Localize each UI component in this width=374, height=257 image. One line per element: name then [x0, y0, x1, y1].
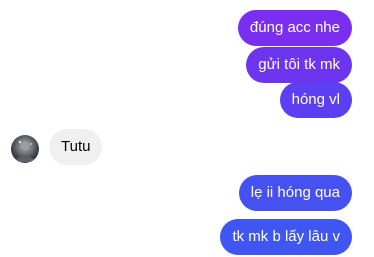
message-bubble-outgoing[interactable]: lẹ ii hóng qua [238, 175, 352, 211]
message-bubble-incoming[interactable]: Tutu [49, 129, 103, 165]
message-text: Tutu [61, 138, 91, 155]
message-text: lẹ ii hóng qua [250, 184, 340, 201]
message-text: tk mk b lấy lâu v [232, 228, 340, 245]
message-bubble-outgoing[interactable]: gửi tôi tk mk [246, 47, 352, 83]
contact-avatar[interactable] [11, 135, 39, 163]
chat-thread: đúng acc nhe gửi tôi tk mk hóng vl Tutu … [0, 0, 374, 257]
message-bubble-outgoing[interactable]: đúng acc nhe [237, 10, 352, 46]
user-avatar-icon [15, 140, 35, 162]
message-text: đúng acc nhe [249, 19, 340, 36]
message-text: gửi tôi tk mk [258, 56, 340, 73]
message-bubble-outgoing[interactable]: tk mk b lấy lâu v [220, 219, 352, 255]
message-bubble-outgoing[interactable]: hóng vl [279, 82, 352, 118]
message-text: hóng vl [291, 91, 340, 108]
